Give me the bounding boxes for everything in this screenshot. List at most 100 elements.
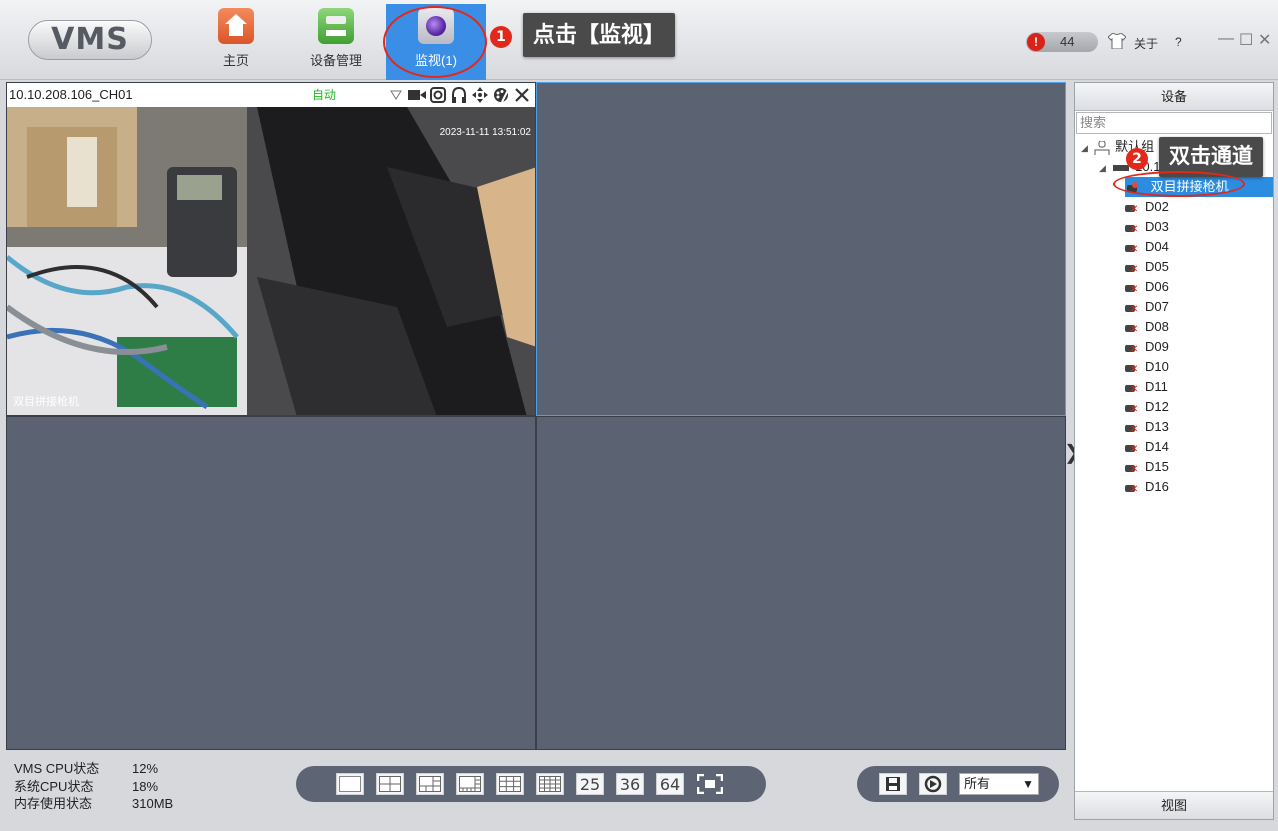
tree-channel-label: D04 <box>1145 239 1169 254</box>
nav-tab-device-label: 设备管理 <box>309 53 362 68</box>
tree-channel[interactable]: D15 <box>1125 457 1169 480</box>
tree-channel[interactable]: D12 <box>1125 397 1169 420</box>
device-search-input[interactable]: 搜索 <box>1076 112 1272 134</box>
close-button[interactable]: ✕ <box>1258 30 1271 50</box>
tree-channel-label: D06 <box>1145 279 1169 294</box>
video-cell-2[interactable] <box>536 82 1066 416</box>
step1-badge: 1 <box>490 26 512 48</box>
save-view-icon[interactable] <box>879 773 907 795</box>
tree-channel[interactable]: D05 <box>1125 257 1169 280</box>
video-cell-3[interactable] <box>6 416 536 750</box>
tree-channel-label: D14 <box>1145 439 1169 454</box>
device-panel: 设备 搜索 ◢ 默认组 ◢ 10.10.208.106 双目拼接枪机 D02D0… <box>1074 82 1274 820</box>
tree-channel[interactable]: D04 <box>1125 237 1169 260</box>
tree-channel-label: D13 <box>1145 419 1169 434</box>
stream-mode-label[interactable]: 自动 <box>312 83 336 107</box>
layout-36-button[interactable]: 36 <box>616 773 644 795</box>
nav-tab-home-label: 主页 <box>222 53 249 68</box>
image-adjust-icon[interactable] <box>492 86 510 104</box>
tree-channel[interactable]: D13 <box>1125 417 1169 440</box>
step1-callout: 点击【监视】 <box>523 13 676 57</box>
app-logo: VMS <box>28 20 152 60</box>
group-icon <box>1094 140 1110 155</box>
tree-channel[interactable]: D03 <box>1125 217 1169 240</box>
layout-8-button[interactable] <box>456 773 484 795</box>
status-label: 系统CPU状态 <box>14 778 94 794</box>
camera-offline-icon <box>1125 420 1139 440</box>
expand-arrow-icon[interactable]: ◢ <box>1099 163 1106 173</box>
close-video-icon[interactable] <box>513 86 531 104</box>
camera-offline-icon <box>1125 360 1139 380</box>
tour-icon[interactable] <box>919 773 947 795</box>
tree-channel-label: D16 <box>1145 479 1169 494</box>
camera-offline-icon <box>1125 300 1139 320</box>
device-management-icon <box>318 8 354 44</box>
view-tab[interactable]: 视图 <box>1075 791 1273 819</box>
nav-tab-device-management[interactable]: 设备管理 <box>286 4 386 80</box>
skin-icon[interactable] <box>1108 33 1126 49</box>
tree-channel-label: D05 <box>1145 259 1169 274</box>
maximize-button[interactable]: ☐ <box>1239 30 1253 50</box>
view-toolbar: 所有 ▼ <box>857 766 1059 802</box>
layout-9-button[interactable] <box>496 773 524 795</box>
camera-offline-icon <box>1125 320 1139 340</box>
camera-offline-icon <box>1125 240 1139 260</box>
system-status: VMS CPU状态 12% 系统CPU状态 18% 内存使用状态 310MB <box>14 760 173 813</box>
video-osd-label: 双目拼接枪机 <box>13 396 79 408</box>
tree-channel[interactable]: D11 <box>1125 377 1168 400</box>
status-row: VMS CPU状态 12% <box>14 760 173 778</box>
about-link[interactable]: 关于 <box>1134 35 1158 52</box>
tree-channel-label: D02 <box>1145 199 1169 214</box>
layout-25-button[interactable]: 25 <box>576 773 604 795</box>
layout-16-button[interactable] <box>536 773 564 795</box>
dropdown-triangle-icon[interactable] <box>387 86 405 104</box>
video-cell-1[interactable]: 10.10.208.106_CH01 自动 2023-11-11 13:51:0… <box>6 82 536 416</box>
status-row: 系统CPU状态 18% <box>14 778 173 796</box>
layout-4-button[interactable] <box>376 773 404 795</box>
device-panel-title: 设备 <box>1075 83 1273 111</box>
tree-channel-label: D07 <box>1145 299 1169 314</box>
video-cell-4[interactable] <box>536 416 1066 750</box>
tree-channel[interactable]: D02 <box>1125 197 1169 220</box>
ptz-icon[interactable] <box>471 86 489 104</box>
layout-64-button[interactable]: 64 <box>656 773 684 795</box>
tree-channel[interactable]: D10 <box>1125 357 1169 380</box>
camera-offline-icon <box>1125 220 1139 240</box>
video-feed[interactable]: 2023-11-11 13:51:02 双目拼接枪机 <box>7 107 535 415</box>
tree-channel-label: D11 <box>1145 379 1168 394</box>
tree-channel[interactable]: D08 <box>1125 317 1169 340</box>
step2-badge: 2 <box>1126 148 1148 170</box>
tree-channel-label: D12 <box>1145 399 1169 414</box>
tree-channel[interactable]: D07 <box>1125 297 1169 320</box>
video-cell-title: 10.10.208.106_CH01 <box>9 87 133 102</box>
tree-channel[interactable]: D09 <box>1125 337 1169 360</box>
camera-offline-icon <box>1125 200 1139 220</box>
camera-offline-icon <box>1125 340 1139 360</box>
layout-6-button[interactable] <box>416 773 444 795</box>
status-label: VMS CPU状态 <box>14 761 100 776</box>
status-value: 18% <box>132 778 159 794</box>
record-icon[interactable] <box>408 86 426 104</box>
nav-tab-home[interactable]: 主页 <box>186 4 286 80</box>
stream-filter-select[interactable]: 所有 ▼ <box>959 773 1039 795</box>
minimize-button[interactable]: — <box>1218 30 1234 48</box>
layout-1-button[interactable] <box>336 773 364 795</box>
tree-channel[interactable]: D06 <box>1125 277 1169 300</box>
camera-offline-icon <box>1125 480 1139 500</box>
tree-channel-label: D08 <box>1145 319 1169 334</box>
tree-channel[interactable]: D14 <box>1125 437 1169 460</box>
alarm-indicator[interactable]: ! 44 <box>1026 32 1098 52</box>
expand-arrow-icon[interactable]: ◢ <box>1081 143 1088 153</box>
tree-channel[interactable]: D16 <box>1125 477 1169 500</box>
video-grid: 10.10.208.106_CH01 自动 2023-11-11 13:51:0… <box>6 82 1066 750</box>
video-cell-header: 10.10.208.106_CH01 自动 <box>7 83 535 107</box>
tree-channel-label: D15 <box>1145 459 1169 474</box>
alarm-icon: ! <box>1027 33 1045 51</box>
fullscreen-icon[interactable] <box>696 773 724 795</box>
camera-offline-icon <box>1125 260 1139 280</box>
tree-channel-label: D03 <box>1145 219 1169 234</box>
snapshot-icon[interactable] <box>429 86 447 104</box>
alarm-count: 44 <box>1060 34 1075 49</box>
audio-icon[interactable] <box>450 86 468 104</box>
help-button[interactable]: ? <box>1175 35 1182 49</box>
